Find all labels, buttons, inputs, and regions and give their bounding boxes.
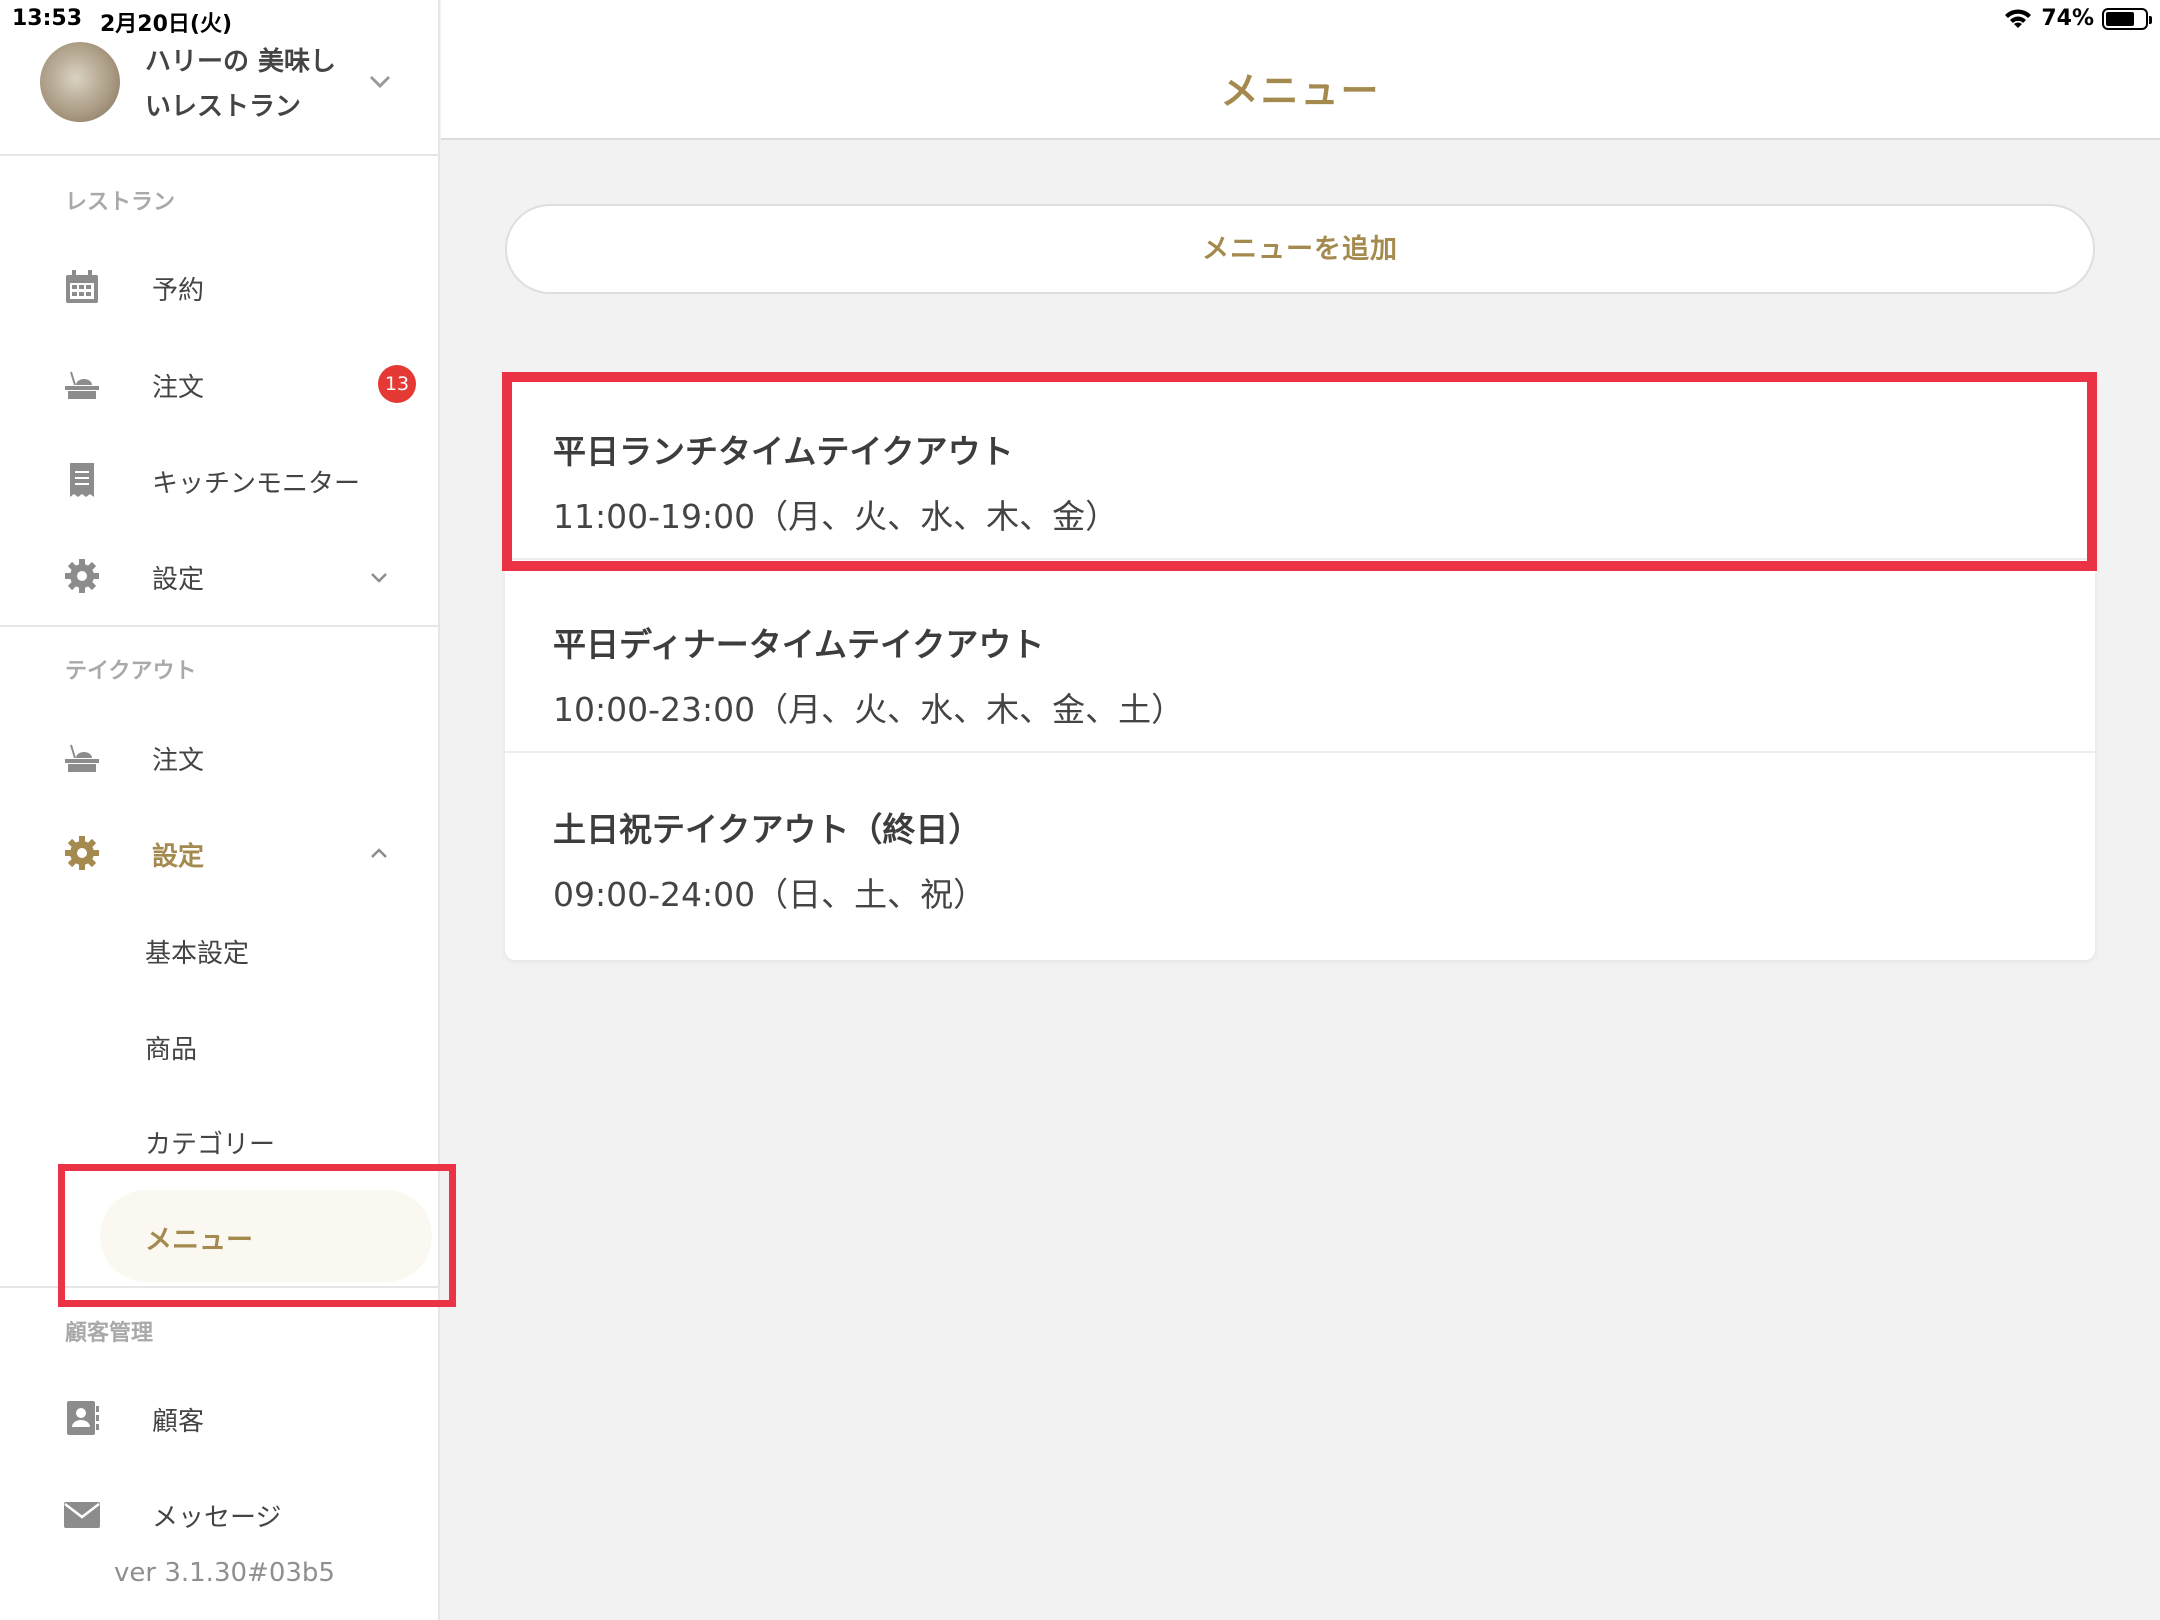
sidebar-item-takeout-orders[interactable]: 注文 <box>0 722 440 792</box>
battery-percent: 74% <box>2041 6 2094 31</box>
status-right: 74% <box>2003 6 2152 31</box>
restaurant-switcher[interactable]: ハリーの 美味しいレストラン <box>0 38 440 156</box>
sidebar-subitem-products[interactable]: 商品 <box>145 1029 197 1066</box>
sidebar-item-reservation[interactable]: 予約 <box>0 252 440 322</box>
envelope-icon <box>64 1502 100 1528</box>
chevron-down-icon[interactable] <box>365 66 395 96</box>
sidebar-item-messages[interactable]: メッセージ <box>0 1479 440 1549</box>
food-tray-icon <box>65 744 99 772</box>
avatar <box>40 42 120 122</box>
restaurant-name: ハリーの 美味しいレストラン <box>145 47 337 122</box>
menu-list-item[interactable]: 土日祝テイクアウト（終日） 09:00-24:00（日、土、祝） <box>505 753 2095 938</box>
menu-name: 土日祝テイクアウト（終日） <box>553 810 982 849</box>
section-restaurant: レストラン <box>65 190 176 215</box>
menu-hours: 09:00-24:00（日、土、祝） <box>553 875 987 914</box>
sidebar-item-customers[interactable]: 顧客 <box>0 1383 440 1453</box>
status-time: 13:53 <box>12 6 83 31</box>
section-takeout: テイクアウト <box>65 659 197 684</box>
menu-name: 平日ディナータイムテイクアウト <box>553 625 1045 664</box>
highlight-box-sidebar-menu <box>58 1164 456 1307</box>
sidebar-item-label: 予約 <box>152 276 205 306</box>
chevron-down-icon <box>371 573 387 583</box>
highlight-box-first-menu <box>502 372 2097 571</box>
sidebar-item-label: 設定 <box>152 565 205 595</box>
gear-icon <box>65 559 99 593</box>
app-version: ver 3.1.30#03b5 <box>114 1558 335 1588</box>
section-customers: 顧客管理 <box>65 1321 154 1346</box>
sidebar-item-restaurant-settings[interactable]: 設定 <box>0 541 440 611</box>
sidebar-item-label: 注文 <box>152 373 205 403</box>
calendar-icon <box>66 270 98 303</box>
status-date: 2月20日(火) <box>100 12 233 37</box>
sidebar-subitem-basic-settings[interactable]: 基本設定 <box>145 933 249 970</box>
sidebar-item-kitchen-monitor[interactable]: キッチンモニター <box>0 445 440 515</box>
sidebar-item-restaurant-orders[interactable]: 注文 13 <box>0 349 440 419</box>
sidebar-item-takeout-settings[interactable]: 設定 <box>0 818 440 888</box>
order-count-badge: 13 <box>378 365 416 403</box>
contact-book-icon <box>67 1401 99 1435</box>
menu-list-item[interactable]: 平日ディナータイムテイクアウト 10:00-23:00（月、火、水、木、金、土） <box>505 568 2095 753</box>
sidebar: ハリーの 美味しいレストラン レストラン 予約 注文 13 キッチンモニター 設… <box>0 0 440 1620</box>
wifi-icon <box>2005 8 2032 28</box>
receipt-icon <box>70 463 94 497</box>
sidebar-item-label: メッセージ <box>152 1503 282 1533</box>
chevron-up-icon <box>371 848 387 858</box>
sidebar-item-label: 設定 <box>152 842 205 872</box>
page-title: メニュー <box>1220 69 1381 113</box>
divider <box>0 625 440 627</box>
status-bar: 13:53 2月20日(火) 74% <box>0 0 2160 38</box>
menu-hours: 10:00-23:00（月、火、水、木、金、土） <box>553 690 1185 729</box>
add-menu-button[interactable]: メニューを追加 <box>505 204 2095 294</box>
sidebar-subitem-categories[interactable]: カテゴリー <box>145 1124 275 1161</box>
battery-icon <box>2102 7 2152 30</box>
sidebar-item-label: 顧客 <box>152 1407 205 1437</box>
sidebar-item-label: キッチンモニター <box>152 469 361 499</box>
food-tray-icon <box>65 371 99 399</box>
sidebar-item-label: 注文 <box>152 746 205 776</box>
gear-icon <box>65 836 99 870</box>
